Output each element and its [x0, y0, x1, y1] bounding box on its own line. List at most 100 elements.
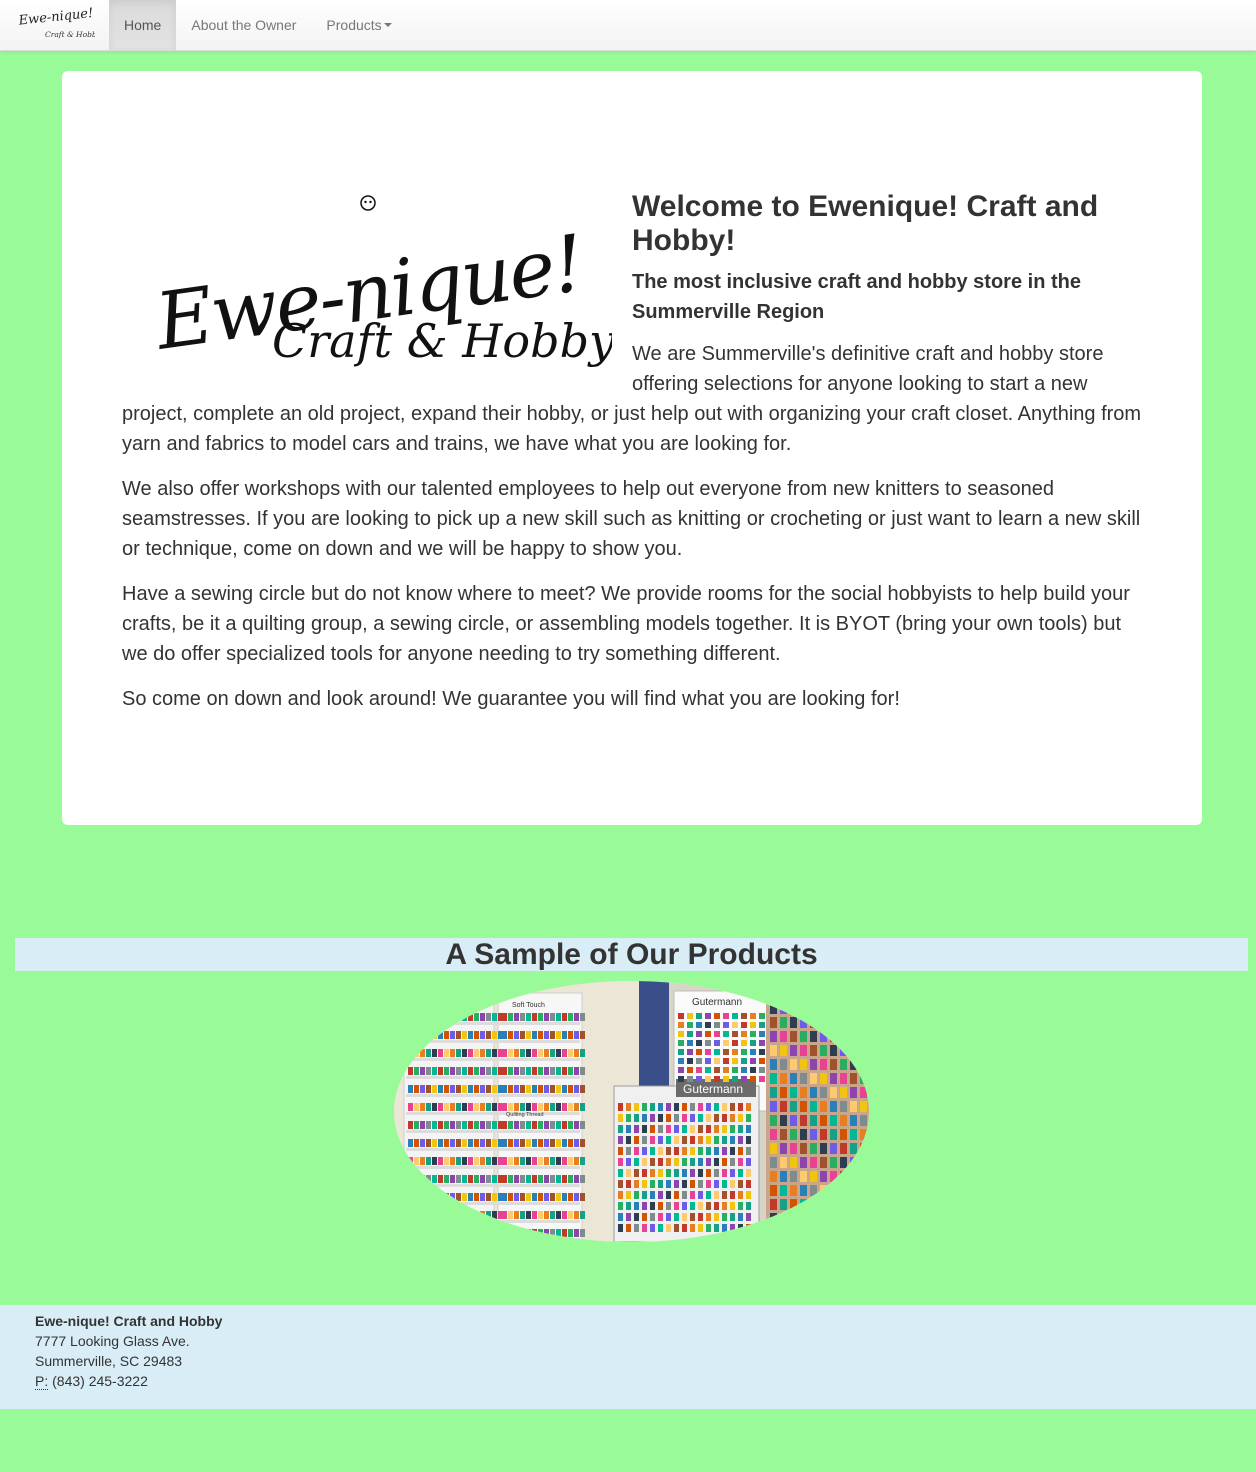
footer-phone: (843) 245-3222 [52, 1373, 148, 1389]
floss-skein [850, 1031, 857, 1042]
thread-box [420, 1157, 425, 1165]
floss-skein [830, 1213, 837, 1224]
thread-spool [730, 1136, 735, 1144]
floss-skein [800, 1129, 807, 1140]
floss-skein [810, 1101, 817, 1112]
thread-spool [674, 1180, 679, 1188]
nav-products-label: Products [326, 17, 382, 33]
thread-box [562, 1049, 567, 1057]
thread-spool [696, 1076, 702, 1082]
thread-box [450, 1031, 455, 1039]
thread-spool [746, 1147, 751, 1155]
floss-skein [770, 1115, 777, 1126]
thread-box [502, 1085, 507, 1093]
thread-box [520, 1121, 525, 1129]
thread-spool [690, 1147, 695, 1155]
thread-spool [687, 1067, 693, 1073]
floss-skein [790, 1059, 797, 1070]
thread-spool [722, 1136, 727, 1144]
shelf-divider [406, 1148, 502, 1151]
thread-box [520, 1229, 525, 1237]
thread-spool [722, 1169, 727, 1177]
hero-logo-image: Ewe-nique! Craft & Hobby [122, 181, 622, 371]
thread-box [474, 1229, 479, 1237]
thread-box [474, 1157, 479, 1165]
thread-spool [722, 1114, 727, 1122]
thread-spool [698, 1202, 703, 1210]
footer-street: 7777 Looking Glass Ave. [35, 1333, 190, 1349]
thread-box [514, 1211, 519, 1219]
thread-spool [741, 1013, 747, 1019]
nav-about-owner[interactable]: About the Owner [176, 0, 311, 50]
floss-skein [820, 1073, 827, 1084]
floss-skein [810, 1227, 817, 1238]
thread-box [444, 1211, 449, 1219]
thread-spool [658, 1180, 663, 1188]
thread-box [408, 1229, 413, 1237]
thread-box [508, 1193, 513, 1201]
thread-spool [634, 1147, 639, 1155]
thread-box [456, 1085, 461, 1093]
thread-box [420, 1031, 425, 1039]
thread-box [574, 1121, 579, 1129]
floss-skein [800, 1171, 807, 1182]
thread-box [562, 1067, 567, 1075]
thread-spool [759, 1013, 765, 1019]
thread-box [562, 1121, 567, 1129]
thread-box [438, 1013, 443, 1021]
thread-spool [690, 1125, 695, 1133]
thread-box [526, 1193, 531, 1201]
floss-skein [790, 1031, 797, 1042]
thread-spool [650, 1136, 655, 1144]
thread-box [408, 1157, 413, 1165]
thread-spool [666, 1191, 671, 1199]
thread-spool [750, 1067, 756, 1073]
thread-spool [738, 1202, 743, 1210]
thread-spool [723, 1058, 729, 1064]
shelf-divider [500, 1022, 580, 1025]
thread-spool [746, 1125, 751, 1133]
thread-box [474, 1013, 479, 1021]
workshops-paragraph: We also offer workshops with our talente… [122, 478, 1141, 560]
thread-spool [650, 1103, 655, 1111]
floss-skein [770, 1087, 777, 1098]
floss-skein [790, 1143, 797, 1154]
floss-skein [860, 1157, 867, 1168]
thread-box [544, 1121, 549, 1129]
thread-box [408, 1085, 413, 1093]
nav-products-dropdown[interactable]: Products [311, 0, 406, 50]
thread-spool [642, 1202, 647, 1210]
thread-box [544, 1175, 549, 1183]
thread-box [574, 1157, 579, 1165]
thread-box [420, 1067, 425, 1075]
thread-spool [658, 1147, 663, 1155]
thread-spool [687, 1058, 693, 1064]
floss-skein [770, 1129, 777, 1140]
floss-skein [810, 1185, 817, 1196]
thread-spool [650, 1202, 655, 1210]
brand-logo-link[interactable]: Ewe-nique! Craft & Hobby [0, 0, 109, 50]
thread-box [514, 1229, 519, 1237]
thread-box [538, 1157, 543, 1165]
thread-spool [759, 1067, 765, 1073]
footer-phone-line: P: (843) 245-3222 [35, 1371, 1221, 1391]
thread-spool [687, 1022, 693, 1028]
floss-skein [810, 1171, 817, 1182]
thread-box [432, 1139, 437, 1147]
thread-spool [714, 1125, 719, 1133]
floss-skein [850, 1143, 857, 1154]
thread-box [508, 1049, 513, 1057]
thread-spool [618, 1158, 623, 1166]
floss-skein [820, 1045, 827, 1056]
thread-box [568, 1049, 573, 1057]
thread-box [408, 1139, 413, 1147]
thread-box [532, 1103, 537, 1111]
thread-box [544, 1103, 549, 1111]
thread-box [580, 1013, 585, 1021]
thread-spool [650, 1180, 655, 1188]
thread-spool [682, 1191, 687, 1199]
thread-box [562, 1103, 567, 1111]
thread-box [456, 1067, 461, 1075]
nav-home[interactable]: Home [109, 0, 177, 50]
thread-spool [642, 1103, 647, 1111]
